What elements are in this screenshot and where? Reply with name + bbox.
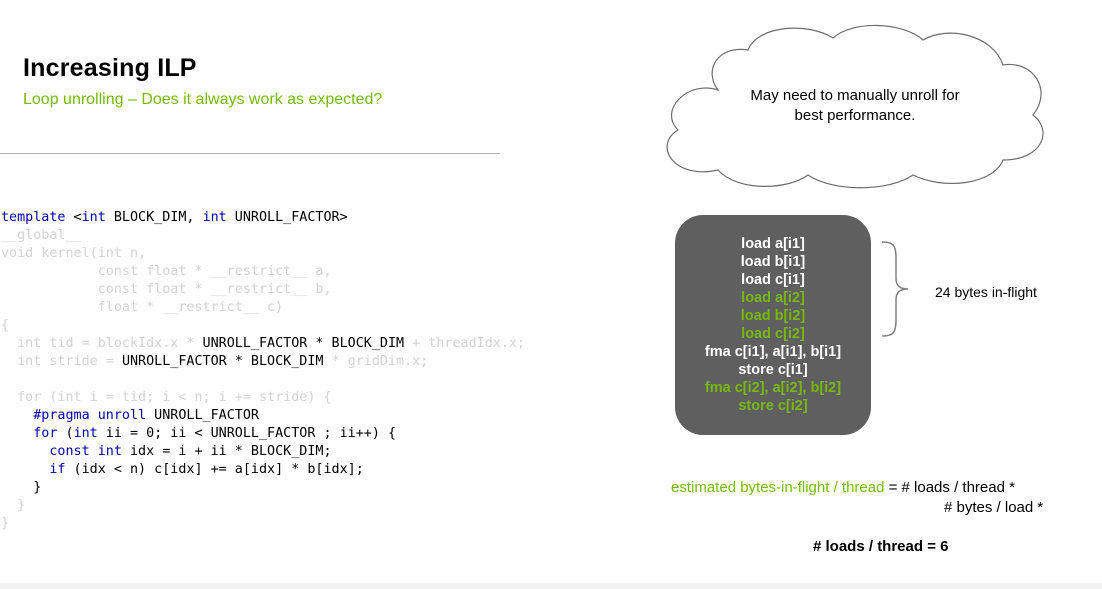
code-keyword: int: [73, 426, 98, 441]
code-text: UNROLL_FACTOR * BLOCK_DIM: [202, 336, 405, 351]
code-text: <: [65, 210, 82, 225]
cloud-text-line-2: best performance.: [794, 107, 916, 124]
instruction-line: fma c[i2], a[i2], b[i2]: [704, 380, 842, 396]
code-line-18: }: [1, 516, 10, 531]
instruction-line: load c[i2]: [741, 326, 805, 342]
right-brace-icon: [881, 241, 909, 337]
code-dim-text: + threadIdx.x;: [404, 336, 526, 351]
code-line-11: for (int i = tid; i < n; i += stride) {: [1, 390, 332, 405]
instruction-line: store c[i2]: [738, 398, 808, 414]
code-text: (idx < n) c[idx] += a[idx] * b[idx];: [65, 462, 364, 477]
code-line-14: const int idx = i + ii * BLOCK_DIM;: [1, 443, 525, 461]
code-line-6: float * __restrict__ c): [1, 300, 284, 315]
code-line-5: const float * __restrict__ b,: [1, 282, 332, 297]
estimate-formula: estimated bytes-in-flight / thread = # l…: [671, 478, 1015, 498]
inflight-label: 24 bytes in-flight: [935, 284, 1037, 300]
code-text: ii = 0; ii < UNROLL_FACTOR ; ii++) {: [97, 426, 397, 441]
code-text: UNROLL_FACTOR: [146, 408, 259, 423]
instruction-line: store c[i1]: [738, 362, 808, 378]
bottom-bar: [0, 583, 1102, 589]
code-text: idx = i + ii * BLOCK_DIM;: [121, 444, 332, 459]
slide-title: Increasing ILP: [23, 54, 197, 82]
instruction-list: load a[i1] load b[i1] load c[i1] load a[i2]…: [675, 235, 871, 415]
code-line-15: if (idx < n) c[idx] += a[idx] * b[idx];: [1, 461, 525, 479]
loads-per-thread: # loads / thread = 6: [813, 538, 949, 555]
code-text: UNROLL_FACTOR * BLOCK_DIM: [121, 354, 324, 369]
slide: Increasing ILP Loop unrolling – Does it …: [0, 0, 1102, 589]
slide-subtitle: Loop unrolling – Does it always work as …: [23, 91, 383, 108]
code-line-12: #pragma unroll UNROLL_FACTOR: [1, 407, 525, 425]
title-divider: [0, 153, 500, 154]
code-keyword: const int: [1, 444, 122, 459]
code-line-8: int tid = blockIdx.x * UNROLL_FACTOR * B…: [1, 335, 525, 353]
code-line-17: }: [1, 498, 26, 513]
code-keyword: template: [1, 210, 66, 225]
instruction-line: load b[i2]: [740, 308, 806, 324]
code-text: BLOCK_DIM,: [105, 210, 203, 225]
code-line-13: for (int ii = 0; ii < UNROLL_FACTOR ; ii…: [1, 425, 525, 443]
cloud-text: May need to manually unroll for best per…: [690, 86, 1020, 126]
code-text: (: [57, 426, 74, 441]
code-dim-text: int tid = blockIdx.x *: [1, 336, 203, 351]
instruction-line: load b[i1]: [740, 254, 806, 270]
estimate-rhs: = # loads / thread *: [884, 479, 1015, 496]
estimate-formula-line-2: # bytes / load *: [944, 499, 1044, 516]
instruction-line: load a[i2]: [741, 290, 805, 306]
instruction-line: load a[i1]: [741, 236, 805, 252]
estimate-label: estimated bytes-in-flight / thread: [671, 479, 885, 496]
code-keyword: #pragma unroll: [1, 408, 147, 423]
code-keyword: for: [1, 426, 58, 441]
code-block: template <int BLOCK_DIM, int UNROLL_FACT…: [1, 209, 525, 533]
code-line-7: {: [1, 318, 10, 333]
code-keyword: int: [202, 210, 227, 225]
code-line-9: int stride = UNROLL_FACTOR * BLOCK_DIM *…: [1, 353, 525, 371]
instruction-line: load c[i1]: [741, 272, 805, 288]
code-keyword: int: [81, 210, 106, 225]
code-keyword: if: [1, 462, 66, 477]
code-line-16: }: [1, 480, 42, 495]
code-line-2: __global__: [1, 228, 82, 243]
code-text: UNROLL_FACTOR>: [226, 210, 348, 225]
code-dim-text: int stride =: [1, 354, 122, 369]
code-line-4: const float * __restrict__ a,: [1, 264, 332, 279]
instruction-line: fma c[i1], a[i1], b[i1]: [704, 344, 842, 360]
code-line-3: void kernel(int n,: [1, 246, 147, 261]
code-dim-text: * gridDim.x;: [323, 354, 429, 369]
cloud-text-line-1: May need to manually unroll for: [750, 87, 960, 104]
code-line-1: template <int BLOCK_DIM, int UNROLL_FACT…: [1, 209, 525, 227]
